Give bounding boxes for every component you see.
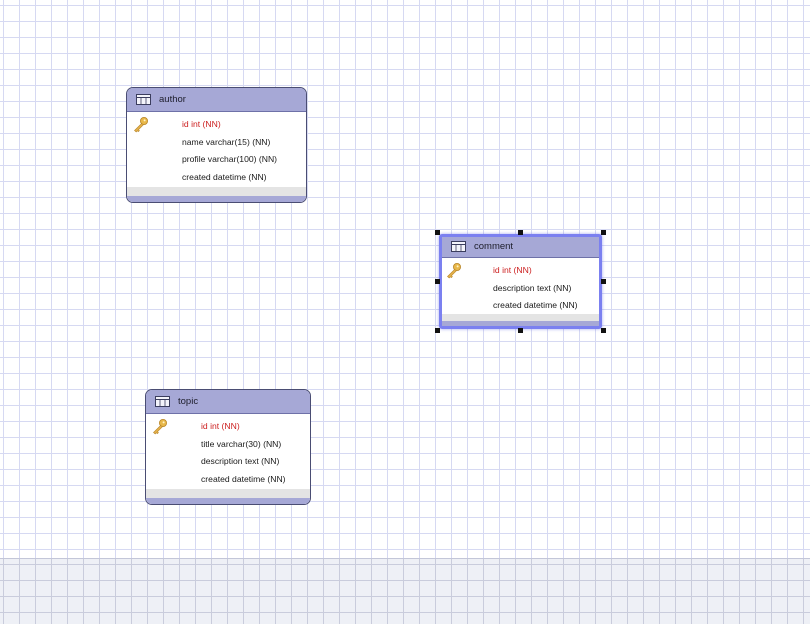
resize-handle-bottom-left[interactable] xyxy=(435,328,440,333)
column-row[interactable]: created datetime (NN) xyxy=(201,471,310,489)
canvas-bottom-region xyxy=(0,558,810,624)
entity-author[interactable]: author id int (NN) name varchar(15) (NN)… xyxy=(126,87,307,203)
column-row[interactable]: description text (NN) xyxy=(201,453,310,471)
entity-columns: id int (NN) description text (NN) create… xyxy=(442,258,599,315)
table-icon xyxy=(136,94,151,105)
resize-handle-bottom[interactable] xyxy=(518,328,523,333)
column-row[interactable]: title varchar(30) (NN) xyxy=(201,436,310,454)
entity-footer xyxy=(442,314,599,327)
key-icon xyxy=(447,263,461,279)
entity-header[interactable]: author xyxy=(127,88,306,112)
column-row[interactable]: id int (NN) xyxy=(182,116,306,134)
entity-topic[interactable]: topic id int (NN) title varchar(30) (NN)… xyxy=(145,389,311,505)
entity-title: topic xyxy=(178,396,199,407)
entity-columns: id int (NN) name varchar(15) (NN) profil… xyxy=(127,112,306,187)
resize-handle-top-left[interactable] xyxy=(435,230,440,235)
entity-footer xyxy=(127,187,306,202)
entity-title: comment xyxy=(474,241,514,252)
column-row[interactable]: name varchar(15) (NN) xyxy=(182,134,306,152)
resize-handle-bottom-right[interactable] xyxy=(601,328,606,333)
entity-header[interactable]: comment xyxy=(442,236,599,258)
entity-title: author xyxy=(159,94,186,105)
entity-columns: id int (NN) title varchar(30) (NN) descr… xyxy=(146,414,310,489)
resize-handle-right[interactable] xyxy=(601,279,606,284)
column-row[interactable]: id int (NN) xyxy=(201,418,310,436)
key-icon xyxy=(153,419,167,435)
resize-handle-top-right[interactable] xyxy=(601,230,606,235)
entity-comment[interactable]: comment id int (NN) description text (NN… xyxy=(441,235,600,328)
column-row[interactable]: created datetime (NN) xyxy=(493,297,599,315)
resize-handle-top[interactable] xyxy=(518,230,523,235)
table-icon xyxy=(155,396,170,407)
resize-handle-left[interactable] xyxy=(435,279,440,284)
column-row[interactable]: description text (NN) xyxy=(493,280,599,298)
entity-footer xyxy=(146,489,310,504)
table-icon xyxy=(451,241,466,252)
column-row[interactable]: profile varchar(100) (NN) xyxy=(182,151,306,169)
entity-header[interactable]: topic xyxy=(146,390,310,414)
key-icon xyxy=(134,117,148,133)
column-row[interactable]: created datetime (NN) xyxy=(182,169,306,187)
column-row[interactable]: id int (NN) xyxy=(493,262,599,280)
